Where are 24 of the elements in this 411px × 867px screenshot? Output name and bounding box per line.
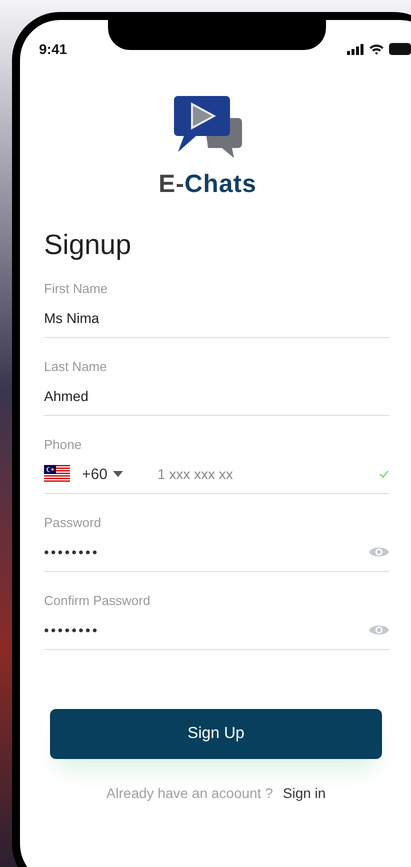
field-label: Last Name xyxy=(44,359,108,374)
battery-icon xyxy=(389,43,411,55)
field-label: Password xyxy=(44,515,102,530)
field-label: Confirm Password xyxy=(44,593,152,608)
caret-icon xyxy=(113,471,124,477)
field-label: Phone xyxy=(44,437,83,452)
status-time: 9:41 xyxy=(39,41,68,57)
phone-input[interactable]: 1 xxx xxx xx xyxy=(157,466,379,482)
password-input[interactable]: •••••••• xyxy=(44,544,369,560)
text-input[interactable]: Ahmed xyxy=(44,388,389,404)
wifi-icon xyxy=(369,44,384,54)
account-prompt: Already have an acoount ? xyxy=(106,785,273,801)
eye-icon[interactable] xyxy=(369,545,389,559)
app-name: E-Chats xyxy=(158,170,256,199)
signal-icon xyxy=(347,44,364,54)
sign-in-link[interactable]: Sign in xyxy=(282,785,326,801)
password-input[interactable]: •••••••• xyxy=(44,622,369,638)
text-input[interactable]: Ms Nima xyxy=(44,310,389,326)
eye-icon[interactable] xyxy=(369,623,389,637)
sign-up-button[interactable]: Sign Up xyxy=(50,709,382,759)
field-label: First Name xyxy=(44,281,109,296)
country-code-dropdown[interactable]: +60 xyxy=(82,466,124,482)
page-title: Signup xyxy=(44,229,132,261)
flag-icon xyxy=(44,465,70,483)
